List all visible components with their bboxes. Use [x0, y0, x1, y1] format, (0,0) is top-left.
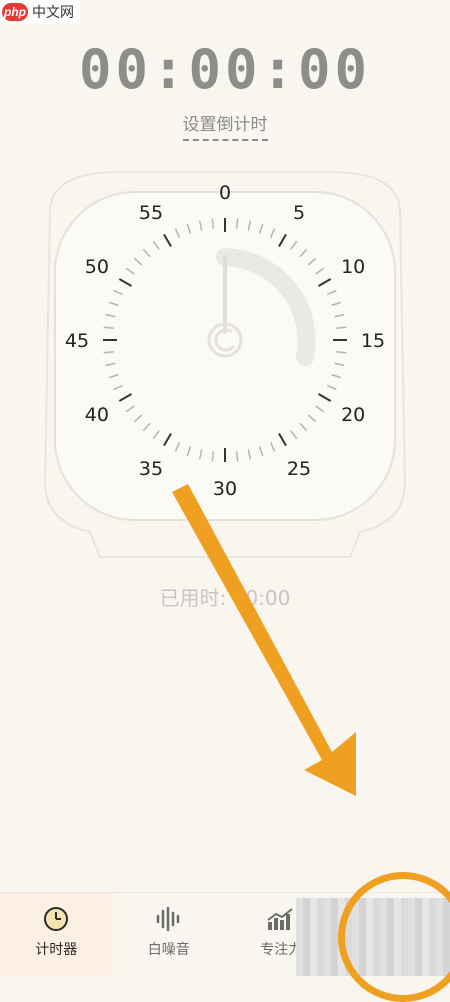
minor-tick [104, 327, 114, 328]
dial-number: 55 [139, 202, 163, 224]
dial-number: 15 [361, 330, 385, 352]
dial-number: 20 [341, 404, 365, 426]
minor-tick [237, 219, 238, 229]
tab-white-noise[interactable]: 白噪音 [113, 893, 226, 977]
minor-tick [212, 219, 213, 229]
minor-tick [212, 451, 213, 461]
minor-tick [336, 352, 346, 353]
sound-wave-icon [155, 905, 183, 933]
set-countdown-label: 设置倒计时 [183, 115, 268, 141]
minor-tick [104, 352, 114, 353]
tab-timer-label: 计时器 [35, 939, 77, 959]
dial-number: 0 [219, 182, 231, 204]
watermark: php 中文网 [0, 0, 80, 24]
chart-icon [266, 905, 296, 933]
watermark-logo: php [2, 3, 28, 21]
timer-dial[interactable]: 0 5 10 15 20 25 30 35 40 45 50 55 [20, 152, 430, 562]
watermark-text: 中文网 [32, 2, 74, 22]
dial-number: 35 [139, 458, 163, 480]
tab-timer[interactable]: 计时器 [0, 893, 113, 977]
dial-number: 45 [65, 330, 89, 352]
dial-number: 25 [287, 458, 311, 480]
dial-number: 50 [85, 256, 109, 278]
dial-number: 10 [341, 256, 365, 278]
digital-timer-display: 00:00:00 [0, 38, 450, 101]
clock-icon [43, 905, 69, 933]
annotation-circle [338, 872, 450, 1002]
dial-number: 5 [293, 202, 305, 224]
dial-number: 30 [213, 478, 237, 500]
used-time-label: 已用时: 00:00 [0, 582, 450, 611]
minor-tick [237, 451, 238, 461]
minor-tick [336, 327, 346, 328]
dial-number: 40 [85, 404, 109, 426]
tab-white-noise-label: 白噪音 [148, 939, 190, 959]
set-countdown-button[interactable]: 设置倒计时 [0, 110, 450, 135]
